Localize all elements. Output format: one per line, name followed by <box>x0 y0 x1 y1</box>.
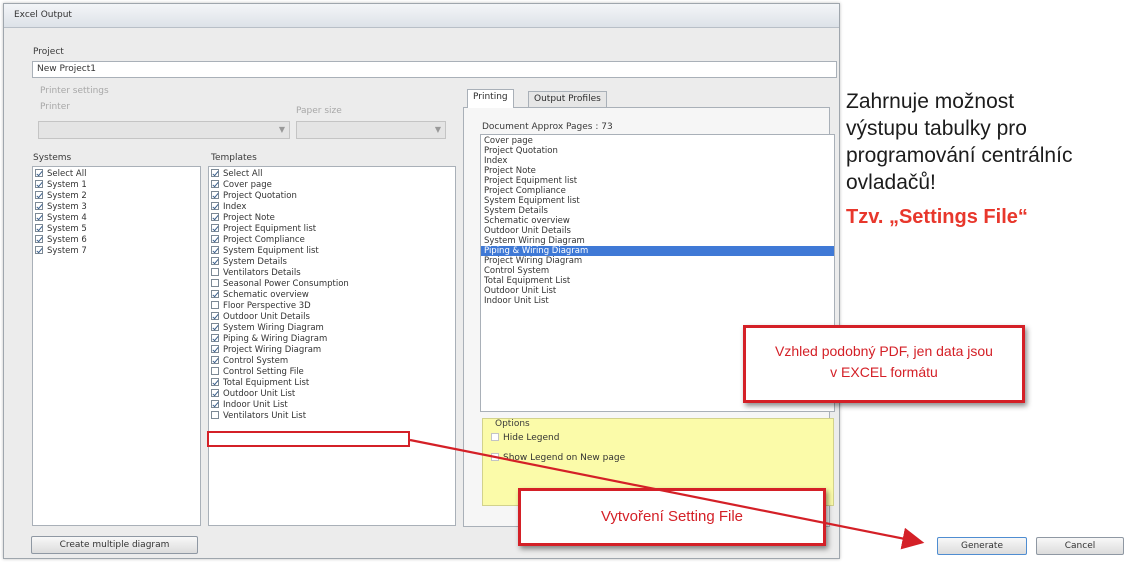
tab-printing[interactable]: Printing <box>467 89 514 108</box>
arrow-line <box>409 438 925 550</box>
annotation-arrow <box>409 438 925 550</box>
